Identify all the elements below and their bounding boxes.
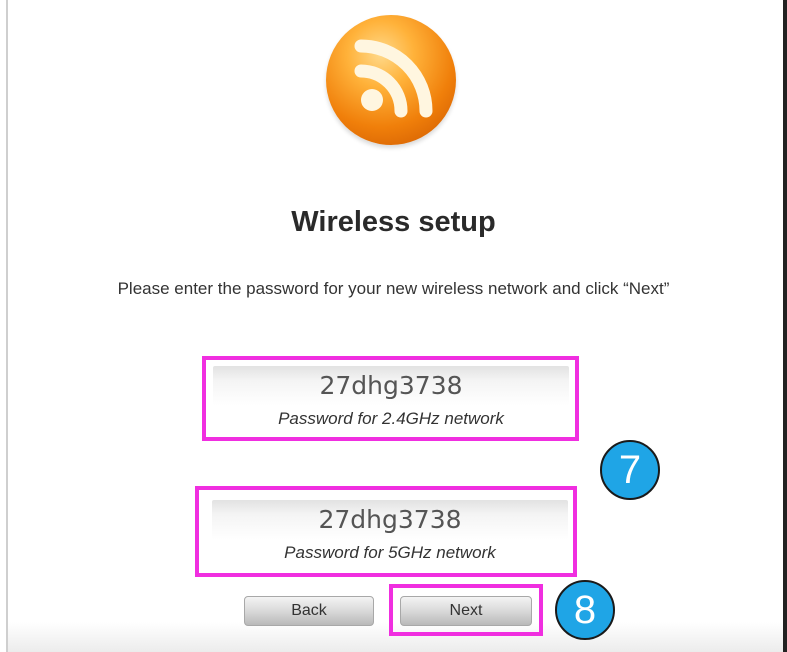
password-label-2g: Password for 2.4GHz network xyxy=(278,409,504,428)
password-value-5g: 27dhg3738 xyxy=(318,505,462,534)
window-border-left xyxy=(6,0,8,652)
next-button[interactable]: Next xyxy=(400,596,532,626)
step-7-badge: 7 xyxy=(600,440,660,500)
step-8-badge: 8 xyxy=(555,580,615,640)
instructions-text: Please enter the password for your new w… xyxy=(117,279,670,298)
password-field-5g[interactable]: 27dhg3738 Password for 5GHz network xyxy=(212,500,568,566)
back-button[interactable]: Back xyxy=(244,596,374,626)
password-field-2g[interactable]: 27dhg3738 Password for 2.4GHz network xyxy=(213,366,569,432)
page-title: Wireless setup xyxy=(291,206,496,238)
password-value-2g: 27dhg3738 xyxy=(319,371,463,400)
password-label-5g: Password for 5GHz network xyxy=(284,543,496,562)
window-border-right xyxy=(783,0,787,652)
wifi-signal-icon xyxy=(326,15,456,145)
